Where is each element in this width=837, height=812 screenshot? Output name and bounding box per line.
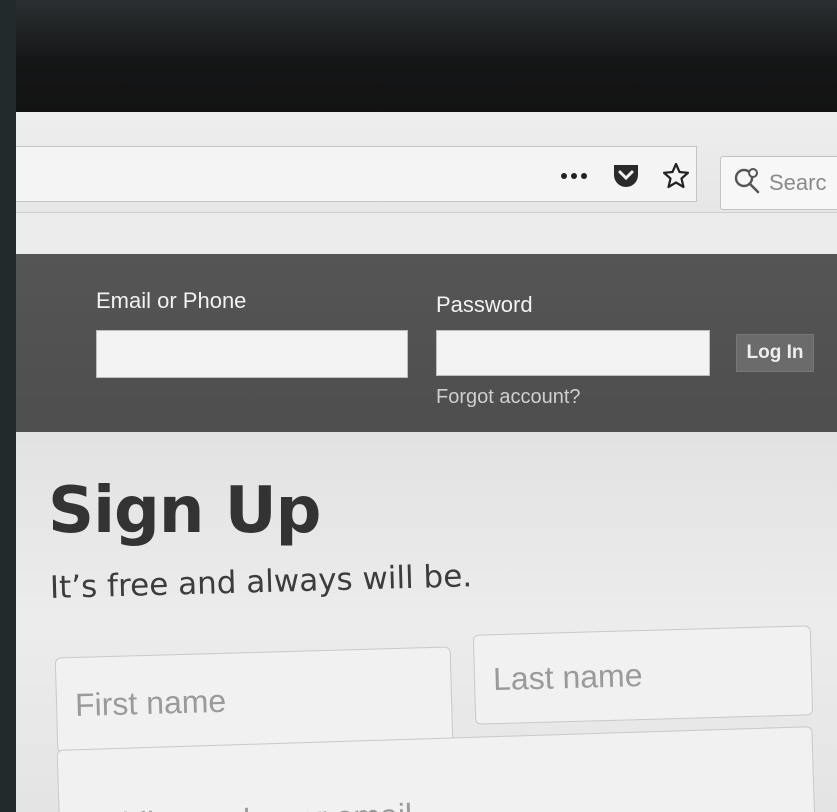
search-placeholder: Searc bbox=[769, 170, 827, 195]
last-name-field[interactable]: Last name bbox=[472, 625, 814, 725]
star-icon[interactable] bbox=[662, 162, 690, 190]
first-name-placeholder: First name bbox=[74, 682, 227, 723]
mobile-email-placeholder: Mobile number or email bbox=[77, 797, 412, 812]
first-name-field[interactable]: First name bbox=[54, 646, 454, 754]
signup-title: Sign Up bbox=[48, 474, 321, 548]
last-name-placeholder: Last name bbox=[492, 656, 643, 697]
monitor-bezel-left bbox=[0, 0, 16, 812]
more-icon[interactable] bbox=[560, 162, 588, 190]
browser-screen: Searc Email or Phone Password Log In For… bbox=[16, 112, 837, 812]
email-field[interactable] bbox=[96, 330, 408, 378]
search-icon bbox=[733, 167, 761, 200]
forgot-account-link[interactable]: Forgot account? bbox=[436, 386, 581, 409]
browser-toolbar: Searc bbox=[16, 112, 837, 213]
pocket-icon[interactable] bbox=[612, 162, 640, 190]
browser-search-box[interactable]: Searc bbox=[720, 156, 837, 210]
url-bar[interactable] bbox=[16, 146, 697, 202]
login-button[interactable]: Log In bbox=[736, 334, 814, 372]
email-label: Email or Phone bbox=[96, 288, 247, 313]
password-label: Password bbox=[436, 292, 533, 317]
password-field[interactable] bbox=[436, 330, 710, 376]
